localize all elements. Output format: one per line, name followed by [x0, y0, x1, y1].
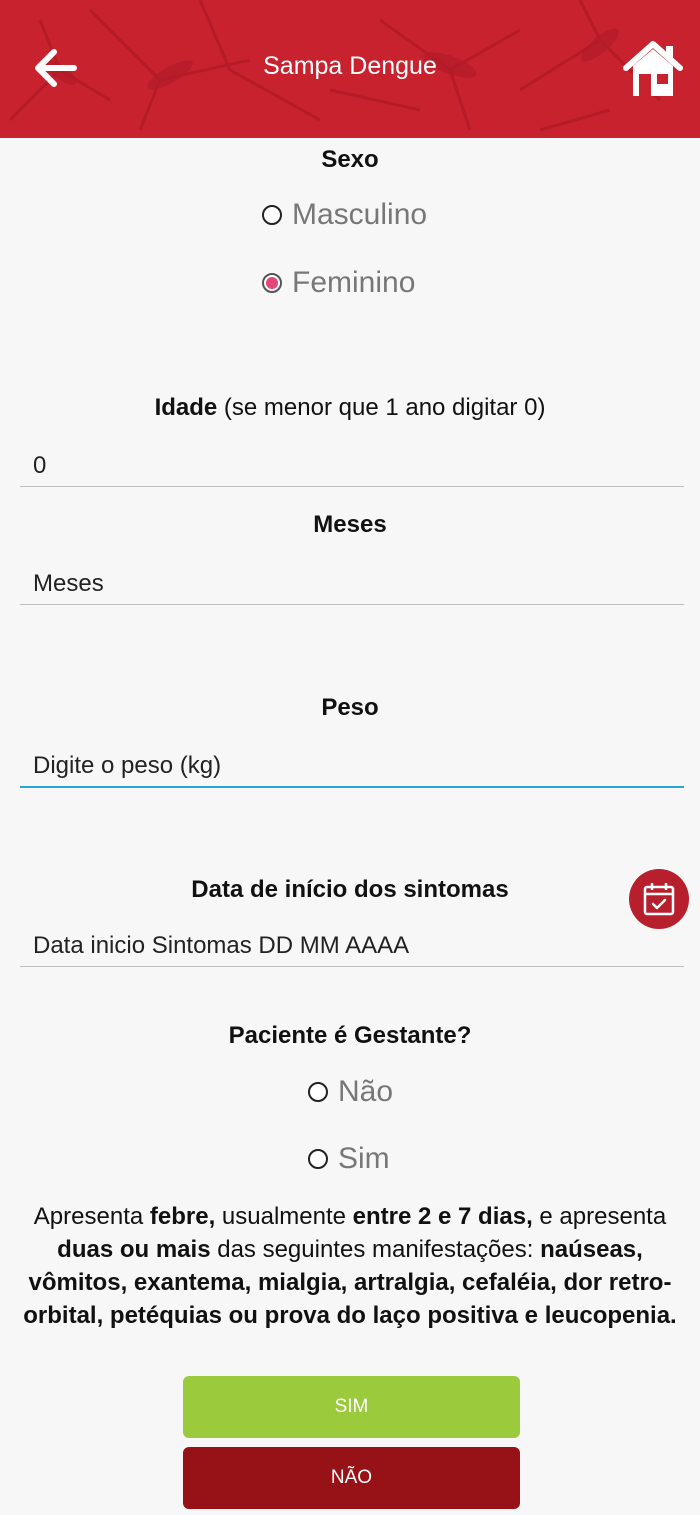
idade-label-hint: (se menor que 1 ano digitar 0): [217, 394, 546, 421]
meses-input[interactable]: Meses: [20, 564, 684, 605]
peso-placeholder: Digite o peso (kg): [33, 752, 222, 779]
desc-text: e apresenta: [532, 1203, 667, 1230]
radio-label: Sim: [338, 1142, 390, 1175]
nao-button[interactable]: NÃO: [183, 1447, 520, 1509]
radio-label: Não: [338, 1075, 394, 1108]
idade-label: Idade (se menor que 1 ano digitar 0): [0, 394, 700, 422]
data-inicio-input[interactable]: Data inicio Sintomas DD MM AAAA: [20, 926, 684, 967]
data-inicio-label: Data de início dos sintomas: [191, 876, 509, 903]
desc-text: usualmente: [215, 1203, 353, 1230]
symptoms-question: Apresenta febre, usualmente entre 2 e 7 …: [14, 1200, 686, 1332]
idade-label-bold: Idade: [154, 394, 218, 421]
peso-label: Peso: [321, 694, 379, 721]
radio-circle-checked: [262, 273, 282, 293]
home-button[interactable]: [620, 36, 686, 102]
sim-button[interactable]: SIM: [183, 1376, 520, 1438]
calendar-button[interactable]: [629, 869, 689, 929]
desc-bold: febre,: [149, 1203, 216, 1230]
peso-input[interactable]: Digite o peso (kg): [20, 746, 684, 788]
desc-text: das seguintes manifestações:: [210, 1236, 541, 1263]
app-bar: Sampa Dengue: [0, 0, 700, 138]
radio-circle: [308, 1149, 328, 1169]
idade-value: 0: [33, 452, 47, 479]
radio-feminino[interactable]: Feminino: [262, 266, 415, 300]
desc-text: Apresenta: [33, 1203, 150, 1230]
meses-label: Meses: [313, 511, 387, 538]
home-icon: [623, 41, 683, 96]
gestante-label: Paciente é Gestante?: [228, 1022, 472, 1049]
radio-circle: [308, 1082, 328, 1102]
radio-label: Masculino: [292, 198, 428, 231]
radio-nao[interactable]: Não: [308, 1075, 393, 1109]
meses-placeholder: Meses: [33, 570, 104, 597]
radio-circle: [262, 205, 282, 225]
radio-masculino[interactable]: Masculino: [262, 198, 427, 232]
data-inicio-placeholder: Data inicio Sintomas DD MM AAAA: [33, 932, 410, 959]
calendar-check-icon: [643, 883, 675, 916]
desc-bold: duas ou mais: [57, 1236, 211, 1263]
idade-input[interactable]: 0: [20, 446, 684, 487]
app-title: Sampa Dengue: [263, 52, 437, 80]
radio-sim[interactable]: Sim: [308, 1142, 390, 1176]
sexo-label: Sexo: [321, 146, 379, 173]
radio-label: Feminino: [292, 266, 416, 299]
desc-bold: entre 2 e 7 dias,: [352, 1203, 533, 1230]
